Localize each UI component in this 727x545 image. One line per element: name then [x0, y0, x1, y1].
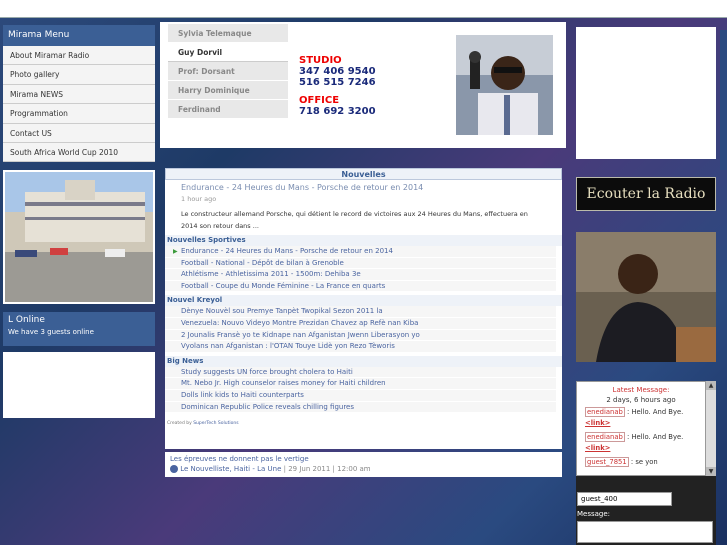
chat-user[interactable]: guest_7851	[585, 457, 629, 467]
chat-message: guest_7851 : se yon	[577, 454, 705, 468]
dj-item[interactable]: Prof: Dorsant	[168, 62, 288, 81]
section-title-big-news: Big News	[165, 355, 562, 367]
office-label: OFFICE	[299, 95, 340, 106]
menu-item-news[interactable]: Mirama NEWS	[3, 84, 155, 105]
shoutbox-messages: Latest Message: 2 days, 6 hours ago ened…	[576, 381, 706, 476]
news-item[interactable]: Venezuela: Nouvo Videyo Montre Prezidan …	[165, 317, 556, 330]
top-bar	[0, 0, 727, 18]
news-item[interactable]: Endurance - 24 Heures du Mans - Porsche …	[165, 246, 556, 258]
header-panel: Sylvia Telemaque Guy Dorvil Prof: Dorsan…	[160, 22, 566, 148]
scroll-down-icon[interactable]: ▼	[706, 467, 716, 476]
news-item[interactable]: Football - Coupe du Monde Féminine - La …	[165, 280, 556, 293]
scroll-up-icon[interactable]: ▲	[706, 381, 716, 390]
chat-user[interactable]: enedianab	[585, 407, 625, 417]
feed-source[interactable]: Le Nouvelliste, Haiti - La Une	[180, 465, 281, 473]
credit-link[interactable]: SuperTech Solutions	[193, 421, 238, 426]
studio-phone-1: 347 406 9540	[299, 66, 376, 77]
news-item[interactable]: Mt. Nebo Jr. High counselor raises money…	[165, 378, 556, 390]
chat-link[interactable]: <link>	[585, 419, 610, 427]
online-status: We have 3 guests online	[8, 328, 94, 336]
dj-list: Sylvia Telemaque Guy Dorvil Prof: Dorsan…	[168, 24, 288, 119]
menu-item-world-cup[interactable]: South Africa World Cup 2010	[3, 142, 155, 163]
latest-message-label: Latest Message:	[612, 386, 670, 394]
office-phone: 718 692 3200	[299, 106, 376, 117]
lead-article-body: Le constructeur allemand Porsche, qui dé…	[181, 210, 528, 230]
contact-info: STUDIO 347 406 9540 516 515 7246 OFFICE …	[299, 55, 376, 117]
section-title-kreyol: Nouvel Kreyol	[165, 295, 562, 307]
lead-article-title[interactable]: Endurance - 24 Heures du Mans - Porsche …	[165, 180, 562, 192]
shoutbox-username-input[interactable]: guest_400	[577, 492, 672, 506]
main-menu: Mirama Menu About Miramar Radio Photo ga…	[3, 25, 155, 163]
host-photo	[576, 232, 716, 362]
news-item[interactable]: 2 Jounalis Fransè yo te Kidnape nan Afga…	[165, 329, 556, 342]
dj-item[interactable]: Harry Dominique	[168, 81, 288, 100]
dj-portrait	[456, 35, 553, 135]
left-blank-panel	[3, 352, 155, 418]
news-item[interactable]: Football - National - Dépôt de bilan à G…	[165, 257, 556, 270]
news-item[interactable]: Dolls link kids to Haiti counterparts	[165, 389, 556, 402]
shoutbox-message-input[interactable]	[577, 521, 713, 543]
chat-text: : Hello. And Bye.	[624, 408, 684, 416]
shoutbox: Latest Message: 2 days, 6 hours ago ened…	[576, 381, 716, 545]
news-item[interactable]: Athlétisme - Athletissima 2011 - 1500m: …	[165, 269, 556, 281]
feed-headline[interactable]: Les épreuves ne donnent pas le vertige	[170, 455, 557, 463]
news-item[interactable]: Vyolans nan Afganistan : l'OTAN Touye Li…	[165, 341, 556, 353]
chat-user[interactable]: enedianab	[585, 432, 625, 442]
menu-item-programmation[interactable]: Programmation	[3, 104, 155, 124]
news-panel: Nouvelles Endurance - 24 Heures du Mans …	[165, 168, 562, 449]
credit-prefix: Created by	[167, 421, 194, 427]
credit-line: Created by SuperTech Solutions	[165, 413, 562, 426]
feed-date: | 29 Jun 2011 | 12:00 am	[281, 465, 371, 473]
dj-item[interactable]: Sylvia Telemaque	[168, 24, 288, 43]
menu-item-contact[interactable]: Contact US	[3, 123, 155, 143]
chat-message: enedianab : Hello. And Bye. <link>	[577, 429, 705, 454]
shoutbox-scrollbar[interactable]: ▲ ▼	[706, 381, 716, 476]
dj-item-active[interactable]: Guy Dorvil	[168, 43, 288, 62]
feed-footer: Les épreuves ne donnent pas le vertige L…	[165, 452, 562, 477]
news-item[interactable]: Dominican Republic Police reveals chilli…	[165, 401, 556, 414]
online-title: L Online	[8, 315, 45, 325]
right-edge-strip	[720, 30, 727, 170]
dj-item[interactable]: Ferdinand	[168, 100, 288, 119]
listen-radio-button[interactable]: Ecouter la Radio	[576, 177, 716, 211]
news-title: Nouvelles	[165, 168, 562, 180]
studio-phone-2: 516 515 7246	[299, 77, 376, 88]
menu-item-photo-gallery[interactable]: Photo gallery	[3, 65, 155, 85]
section-title-sports: Nouvelles Sportives	[165, 235, 562, 246]
news-item[interactable]: Dènye Nouvèl sou Premye Tanpèt Twopikal …	[165, 306, 556, 318]
lead-article-time: 1 hour ago	[181, 195, 217, 203]
airport-photo	[3, 170, 155, 304]
chat-text: : se yon	[628, 458, 658, 466]
chat-message: enedianab : Hello. And Bye. <link>	[577, 404, 705, 429]
chat-text: : Hello. And Bye.	[624, 433, 684, 441]
menu-title: Mirama Menu	[3, 25, 155, 46]
shoutbox-message-label: Message:	[577, 510, 611, 518]
chat-link[interactable]: <link>	[585, 444, 610, 452]
online-panel: L Online We have 3 guests online	[3, 312, 155, 346]
menu-item-about[interactable]: About Miramar Radio	[3, 46, 155, 66]
news-item[interactable]: Study suggests UN force brought cholera …	[165, 366, 556, 379]
right-blank-panel	[576, 27, 716, 159]
feed-source-line: Le Nouvelliste, Haiti - La Une | 29 Jun …	[170, 465, 557, 473]
studio-label: STUDIO	[299, 55, 342, 66]
latest-message-time: 2 days, 6 hours ago	[606, 396, 676, 404]
rss-icon	[170, 465, 178, 473]
